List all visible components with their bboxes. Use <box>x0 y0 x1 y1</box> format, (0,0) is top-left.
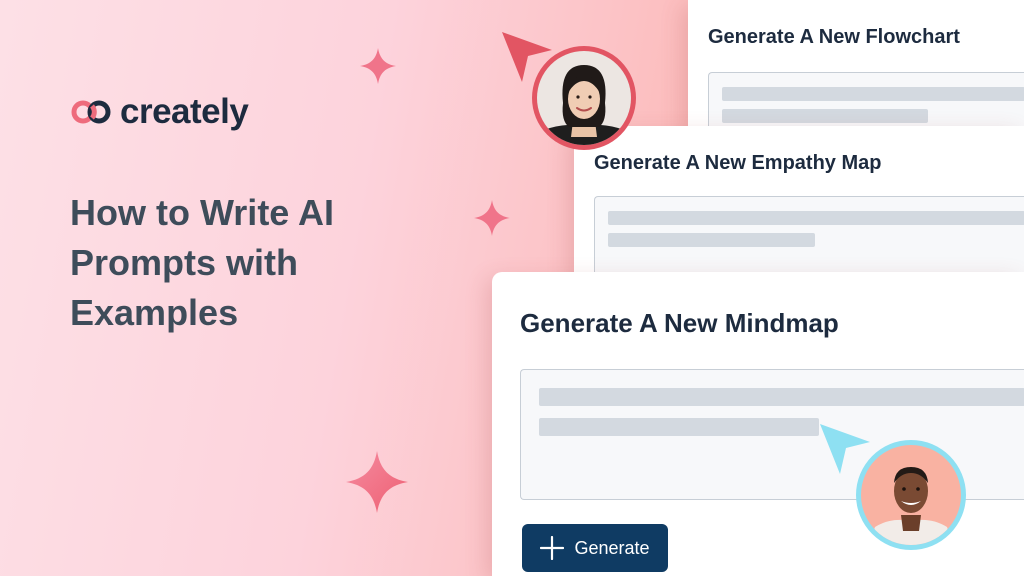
placeholder-line <box>539 388 1024 406</box>
mindmap-card-title: Generate A New Mindmap <box>520 308 839 338</box>
placeholder-line <box>608 233 815 247</box>
empathy-map-card-title: Generate A New Empathy Map <box>594 152 882 174</box>
avatar <box>532 46 636 150</box>
creately-logo-mark-icon <box>71 100 111 124</box>
creately-logo: creately <box>70 92 249 132</box>
plus-icon <box>540 536 565 560</box>
placeholder-line <box>722 109 928 123</box>
sparkle-icon <box>360 48 396 84</box>
empathy-map-card: Generate A New Empathy Map <box>574 126 1024 286</box>
generate-button[interactable]: Generate <box>522 524 668 572</box>
brand-name: creately <box>120 92 249 131</box>
placeholder-line <box>722 87 1024 101</box>
sparkle-icon <box>474 200 510 236</box>
flowchart-card: Generate A New Flowchart <box>688 0 1024 140</box>
avatar-man-icon <box>861 445 961 545</box>
placeholder-line <box>608 211 1024 225</box>
page-title: How to Write AI Prompts with Examples <box>70 192 334 333</box>
avatar-woman-icon <box>537 51 631 145</box>
avatar <box>856 440 966 550</box>
sparkle-icon <box>346 451 408 513</box>
generate-button-label: Generate <box>574 537 650 558</box>
flowchart-card-title: Generate A New Flowchart <box>708 26 960 48</box>
placeholder-line <box>539 418 819 436</box>
